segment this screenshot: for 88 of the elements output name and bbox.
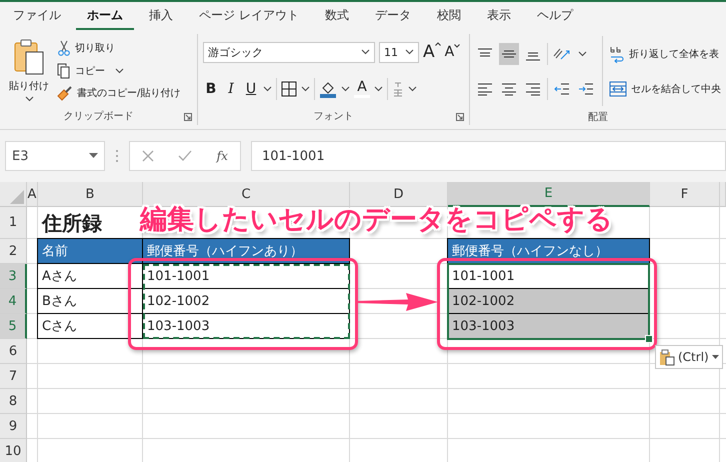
check-icon[interactable] — [178, 150, 192, 162]
shrink-font-button[interactable]: A — [444, 44, 460, 60]
underline-button[interactable]: U — [243, 80, 259, 96]
caret-icon — [405, 49, 414, 55]
caret-icon — [24, 96, 34, 102]
caret-icon[interactable] — [263, 86, 272, 92]
row-header[interactable]: 8 — [0, 389, 27, 414]
align-right-icon[interactable] — [525, 82, 541, 96]
paintbrush-icon — [57, 85, 73, 101]
align-center-icon[interactable] — [501, 82, 517, 96]
table-cell: 102-1002 — [142, 289, 350, 314]
font-size-field[interactable]: 11 — [379, 42, 419, 62]
table-cell: 102-1002 — [447, 289, 650, 314]
ribbon-tab[interactable]: 表示 — [476, 2, 522, 30]
up-caret-icon — [434, 42, 441, 46]
fill-handle[interactable] — [645, 335, 653, 343]
column-header[interactable]: C — [143, 182, 350, 207]
ribbon-tab[interactable]: 挿入 — [138, 2, 184, 30]
table-cell: Bさん — [37, 289, 143, 314]
ribbon-tab[interactable]: ホーム — [76, 2, 134, 30]
caret-icon — [115, 68, 124, 74]
bold-button[interactable]: B — [203, 80, 219, 96]
row-header[interactable]: 7 — [0, 364, 27, 389]
ribbon-tab[interactable]: ファイル — [2, 2, 72, 30]
ribbon-tab[interactable]: ヘルプ — [526, 2, 584, 30]
row-header[interactable]: 4 — [0, 289, 27, 314]
sheet-title: 住所録 — [40, 210, 103, 236]
dialog-launcher-icon[interactable] — [456, 113, 464, 121]
ribbon-tab[interactable]: 数式 — [314, 2, 360, 30]
vertical-align-button[interactable] — [499, 42, 519, 64]
column-header[interactable]: E — [448, 182, 650, 207]
header-cell: 名前 — [37, 238, 143, 264]
table-cell: 103-1003 — [447, 314, 650, 339]
format-painter-button[interactable]: 書式のコピー/貼り付け — [57, 83, 180, 103]
caret-icon[interactable] — [301, 86, 310, 92]
caret-icon — [361, 49, 370, 55]
font-color-button[interactable]: A — [354, 79, 370, 98]
name-box[interactable]: E3 — [5, 141, 105, 171]
caret-icon[interactable] — [408, 86, 417, 92]
paste-button[interactable]: 貼り付け — [5, 36, 53, 105]
row-header[interactable]: 5 — [0, 314, 27, 339]
ribbon-tab[interactable]: データ — [364, 2, 422, 30]
caret-icon — [89, 153, 98, 159]
column-header[interactable]: F — [650, 182, 720, 207]
column-header[interactable]: B — [38, 182, 143, 207]
table-cell: Cさん — [37, 314, 143, 339]
row-header[interactable]: 2 — [0, 239, 27, 264]
caret-icon[interactable] — [578, 50, 587, 56]
paste-options-button[interactable]: (Ctrl) — [655, 345, 723, 369]
column-header[interactable]: D — [350, 182, 448, 207]
font-name-field[interactable]: 游ゴシック — [203, 42, 375, 62]
caret-icon[interactable] — [341, 86, 350, 92]
row-header[interactable]: 10 — [0, 439, 27, 462]
row-header[interactable]: 1 — [0, 207, 27, 239]
italic-button[interactable]: I — [223, 80, 239, 96]
caret-icon — [712, 355, 719, 359]
borders-icon[interactable] — [281, 80, 297, 96]
group-label: フォント — [314, 110, 354, 123]
row-header[interactable]: 9 — [0, 414, 27, 439]
align-left-icon[interactable] — [477, 82, 493, 96]
clipboard-icon — [659, 348, 675, 366]
increase-indent-icon[interactable] — [578, 82, 594, 96]
formula-field[interactable]: 101-1001 — [251, 141, 726, 171]
merge-cells-icon — [609, 81, 627, 97]
row-header[interactable]: 3 — [0, 264, 27, 289]
merge-center-button[interactable]: セルを結合して中央 — [609, 79, 721, 99]
column-header[interactable]: A — [27, 182, 38, 207]
caret-icon[interactable] — [374, 86, 383, 92]
ribbon-tab[interactable]: 校閲 — [426, 2, 472, 30]
copy-icon — [57, 62, 71, 78]
down-caret-icon — [454, 44, 460, 48]
cut-button[interactable]: 切り取り — [57, 38, 180, 58]
wrap-text-icon — [609, 45, 625, 63]
decrease-indent-icon[interactable] — [554, 82, 570, 96]
table-cell: Aさん — [37, 264, 143, 289]
fill-bucket-icon[interactable] — [319, 80, 337, 98]
dialog-launcher-icon[interactable] — [184, 113, 192, 121]
insert-function-button[interactable]: fx — [216, 149, 228, 163]
ribbon-tab[interactable]: ページ レイアウト — [188, 2, 310, 30]
row-header[interactable]: 6 — [0, 339, 27, 364]
group-label: クリップボード — [64, 110, 134, 123]
clipboard-icon — [13, 38, 45, 76]
grip-icon — [115, 149, 119, 163]
grow-font-button[interactable]: A — [423, 42, 441, 62]
scissors-icon — [57, 40, 71, 56]
copy-button[interactable]: コピー — [57, 60, 180, 80]
group-label: 配置 — [588, 110, 608, 124]
wrap-text-button[interactable]: 折り返して全体を表 — [609, 43, 721, 65]
